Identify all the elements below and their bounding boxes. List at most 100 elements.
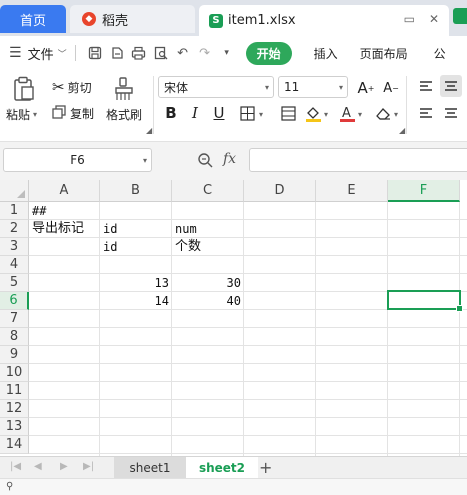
row-header-13[interactable]: 13	[0, 418, 29, 436]
font-dialog-icon[interactable]: ◢	[399, 126, 405, 135]
paste-dropdown-icon[interactable]: ▾	[33, 110, 37, 119]
menu-tab-start[interactable]: 开始	[245, 41, 292, 65]
quick-access-dropdown-icon[interactable]: ▾	[216, 42, 238, 64]
column-header-e[interactable]: E	[316, 180, 388, 202]
row-header-6[interactable]: 6	[0, 292, 29, 310]
increase-font-icon[interactable]: A +	[355, 77, 377, 99]
tab-daoke[interactable]: ◆ 稻壳	[70, 5, 195, 33]
column-header-d[interactable]: D	[244, 180, 316, 202]
print-icon[interactable]	[128, 42, 150, 64]
hamburger-icon[interactable]: ☰	[9, 45, 22, 61]
copy-button[interactable]: 复制	[52, 105, 94, 122]
cell-name-box[interactable]: F6 ▾	[3, 148, 152, 172]
row-header-1[interactable]: 1	[0, 202, 29, 220]
row-header-7[interactable]: 7	[0, 310, 29, 328]
column-header-b[interactable]: B	[100, 180, 172, 202]
row-header-2[interactable]: 2	[0, 220, 29, 238]
tab-file[interactable]: S item1.xlsx ▭ ✕	[199, 5, 449, 36]
cell-b2[interactable]: id	[100, 220, 174, 238]
row-header-11[interactable]: 11	[0, 382, 29, 400]
more-tabs-icon[interactable]	[453, 8, 467, 24]
row-header-4[interactable]: 4	[0, 256, 29, 274]
export-icon[interactable]	[106, 42, 128, 64]
row-header-14[interactable]: 14	[0, 436, 29, 454]
menu-tab-formula[interactable]: 公	[434, 45, 446, 62]
paste-button[interactable]: 粘贴 ▾	[6, 106, 37, 123]
active-cell-selection[interactable]	[387, 290, 463, 312]
row-gridline	[29, 399, 467, 400]
cell-a2[interactable]: 导出标记	[29, 220, 103, 238]
border-icon[interactable]	[236, 102, 258, 124]
add-sheet-icon[interactable]: +	[259, 458, 272, 477]
font-color-dropdown-icon[interactable]: ▾	[358, 110, 362, 119]
prev-sheet-icon[interactable]: ◀	[34, 461, 42, 472]
row-header-10[interactable]: 10	[0, 364, 29, 382]
cell-b6[interactable]: 14	[100, 292, 172, 310]
column-header-c[interactable]: C	[172, 180, 244, 202]
font-color-icon[interactable]: A	[336, 102, 358, 124]
row-header-12[interactable]: 12	[0, 400, 29, 418]
last-sheet-icon[interactable]: ▶|	[83, 461, 94, 472]
font-name-dropdown-icon: ▾	[264, 82, 269, 92]
paste-icon[interactable]	[12, 76, 36, 101]
column-header-a[interactable]: A	[29, 180, 100, 202]
menu-file[interactable]: 文件	[28, 44, 54, 63]
align-left-icon[interactable]	[415, 102, 437, 124]
cut-button[interactable]: ✂ 剪切	[52, 78, 92, 96]
clear-dropdown-icon[interactable]: ▾	[394, 110, 398, 119]
macro-status-icon[interactable]: ⚲	[6, 481, 13, 492]
cell-c3[interactable]: 个数	[172, 238, 246, 256]
italic-icon[interactable]: I	[184, 102, 206, 124]
column-header-f[interactable]: F	[388, 180, 460, 202]
cell-c2[interactable]: num	[172, 220, 246, 238]
row-header-8[interactable]: 8	[0, 328, 29, 346]
print-preview-icon[interactable]	[150, 42, 172, 64]
save-icon[interactable]	[84, 42, 106, 64]
align-top-icon[interactable]	[415, 75, 437, 97]
tab-home[interactable]: 首页	[0, 5, 66, 33]
name-box-dropdown-icon: ▾	[142, 155, 147, 165]
row-header-9[interactable]: 9	[0, 346, 29, 364]
first-sheet-icon[interactable]: |◀	[10, 461, 21, 472]
menu-tab-insert[interactable]: 插入	[314, 45, 338, 62]
decrease-font-icon[interactable]: A −	[380, 77, 402, 99]
border-dropdown-icon[interactable]: ▾	[259, 110, 263, 119]
cell-a1[interactable]: ##	[29, 202, 103, 220]
sheet-tab-sheet1[interactable]: sheet1	[114, 457, 186, 479]
redo-icon[interactable]: ↷	[194, 42, 216, 64]
row-header-5[interactable]: 5	[0, 274, 29, 292]
row-gridline	[29, 345, 467, 346]
spreadsheet-grid[interactable]: A B C D E F 1 2 3 4 5 6 7 8 9 10 11 12 13 14 ## 导出标记 id num id 个数…	[0, 180, 467, 456]
clipboard-dialog-icon[interactable]: ◢	[146, 126, 152, 135]
menu-tab-page-layout[interactable]: 页面布局	[360, 45, 408, 62]
formula-input[interactable]	[249, 148, 467, 172]
sheet-tab-sheet2[interactable]: sheet2	[186, 457, 258, 479]
select-all-corner[interactable]	[0, 180, 29, 202]
zoom-search-icon[interactable]	[197, 152, 213, 172]
row-gridline	[29, 273, 467, 274]
bold-icon[interactable]: B	[160, 102, 182, 124]
undo-icon[interactable]: ↶	[172, 42, 194, 64]
chevron-down-icon[interactable]: ﹀	[58, 47, 67, 60]
align-center-icon[interactable]	[440, 102, 462, 124]
row-header-3[interactable]: 3	[0, 238, 29, 256]
float-window-icon[interactable]: ▭	[404, 12, 415, 26]
underline-icon[interactable]: U	[208, 102, 230, 124]
close-tab-icon[interactable]: ✕	[429, 12, 439, 26]
ribbon-toolbar: 粘贴 ▾ ✂ 剪切 复制 格式刷 ◢ 宋体 ▾ 11 ▾ A + A − B I U…	[0, 70, 467, 142]
font-size-select[interactable]: 11 ▾	[278, 76, 348, 98]
cell-c5[interactable]: 30	[172, 274, 244, 292]
fill-color-icon[interactable]	[302, 102, 324, 124]
clear-format-icon[interactable]	[372, 102, 394, 124]
format-painter-button[interactable]: 格式刷	[106, 106, 142, 123]
merge-cells-icon[interactable]	[277, 102, 299, 124]
insert-function-icon[interactable]: fx	[223, 151, 236, 167]
cell-b3[interactable]: id	[100, 238, 174, 256]
font-name-select[interactable]: 宋体 ▾	[158, 76, 274, 98]
cell-b5[interactable]: 13	[100, 274, 172, 292]
next-sheet-icon[interactable]: ▶	[60, 461, 68, 472]
cell-c6[interactable]: 40	[172, 292, 244, 310]
align-middle-icon[interactable]	[440, 75, 462, 97]
fill-color-dropdown-icon[interactable]: ▾	[324, 110, 328, 119]
format-painter-icon[interactable]	[113, 76, 137, 100]
